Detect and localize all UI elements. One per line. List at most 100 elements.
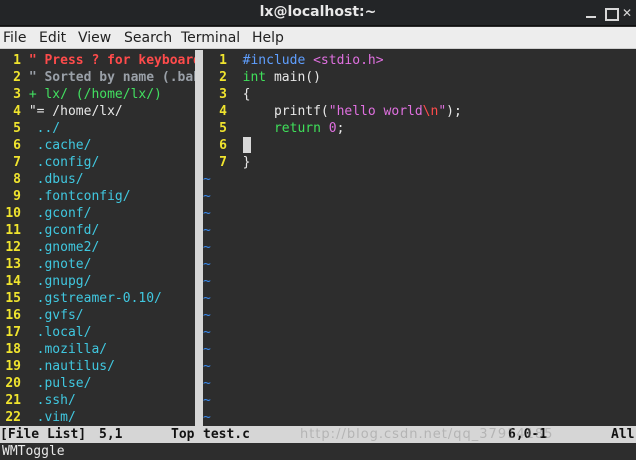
file-list-item[interactable]: 19 .nautilus/ (0, 358, 195, 375)
file-list-item[interactable]: 7 .config/ (0, 154, 195, 171)
maximize-button[interactable] (603, 6, 619, 21)
file-list-item[interactable]: 4 "= /home/lx/ (0, 103, 195, 120)
empty-line-marker: ~ (203, 410, 211, 425)
file-list-item[interactable]: 16 .gvfs/ (0, 307, 195, 324)
gutter-space (227, 104, 243, 119)
line-number: 21 (5, 393, 21, 408)
line-number: 3 (219, 87, 227, 102)
file-list-text: .config/ (21, 155, 100, 170)
line-number: 4 (219, 104, 227, 119)
code-line[interactable]: 7 } (203, 154, 636, 171)
code-token: } (242, 155, 251, 170)
line-number: 20 (5, 376, 21, 391)
gutter-space (227, 87, 243, 102)
line-number: 18 (5, 342, 21, 357)
close-icon[interactable]: ✕ (620, 6, 634, 20)
file-list-item[interactable]: 21 .ssh/ (0, 392, 195, 409)
line-number: 2 (13, 70, 21, 85)
file-list-item[interactable]: 20 .pulse/ (0, 375, 195, 392)
gutter-space (227, 53, 243, 68)
gutter-space (227, 70, 243, 85)
gutter-space (227, 121, 243, 136)
code-token: printf( (242, 104, 329, 119)
code-line[interactable]: 5 return 0; (203, 120, 636, 137)
file-list-item[interactable]: 11 .gconfd/ (0, 222, 195, 239)
file-list-text: .cache/ (21, 138, 92, 153)
file-list-item[interactable]: 22 .vim/ (0, 409, 195, 426)
line-number: 22 (5, 410, 21, 425)
line-number: 4 (13, 104, 21, 119)
file-list-item[interactable]: 12 .gnome2/ (0, 239, 195, 256)
status-left-name: [File List] (0, 427, 87, 442)
file-list-text: .gnupg/ (21, 274, 92, 289)
line-number: 14 (5, 274, 21, 289)
file-list-text: " Press ? for keyboard (21, 53, 195, 68)
file-list-text: .gconf/ (21, 206, 92, 221)
line-number: 11 (5, 223, 21, 238)
file-list-item[interactable]: 2 " Sorted by name (.bak (0, 69, 195, 86)
line-number: 6 (219, 138, 227, 153)
menu-file[interactable]: File (3, 30, 26, 46)
file-list-item[interactable]: 14 .gnupg/ (0, 273, 195, 290)
file-list-text: "= /home/lx/ (21, 104, 123, 119)
file-list-item[interactable]: 5 ../ (0, 120, 195, 137)
empty-line-marker: ~ (203, 172, 211, 187)
window-title: lx@localhost:~ (259, 4, 377, 20)
line-number: 6 (13, 138, 21, 153)
file-list-text: .ssh/ (21, 393, 76, 408)
empty-line-marker: ~ (203, 291, 211, 306)
file-list-text: .mozilla/ (21, 342, 108, 357)
text-cursor (242, 137, 251, 153)
menu-help[interactable]: Help (252, 30, 284, 46)
code-line[interactable]: 2 int main() (203, 69, 636, 86)
file-list-item[interactable]: 3 + lx/ (/home/lx/) (0, 86, 195, 103)
file-list-item[interactable]: 1 " Press ? for keyboard (0, 52, 195, 69)
window-titlebar[interactable]: lx@localhost:~ ✕ (0, 0, 636, 26)
code-line[interactable]: 4 printf("hello world\n"); (203, 103, 636, 120)
menu-edit[interactable]: Edit (39, 30, 66, 46)
code-token: <stdio.h> (313, 53, 384, 68)
code-line[interactable]: 3 { (203, 86, 636, 103)
line-number: 16 (5, 308, 21, 323)
file-list-item[interactable]: 18 .mozilla/ (0, 341, 195, 358)
file-list-item[interactable]: 17 .local/ (0, 324, 195, 341)
line-number: 3 (13, 87, 21, 102)
line-number: 1 (219, 53, 227, 68)
file-list-item[interactable]: 15 .gstreamer-0.10/ (0, 290, 195, 307)
line-number: 9 (13, 189, 21, 204)
empty-line-marker: ~ (203, 376, 211, 391)
file-list-text: .vim/ (21, 410, 76, 425)
code-token: #include (242, 53, 314, 68)
line-number: 7 (13, 155, 21, 170)
code-token: \n (422, 104, 439, 119)
file-list-text: .gnome2/ (21, 240, 100, 255)
menu-terminal[interactable]: Terminal (181, 30, 240, 46)
status-right-scroll: All (611, 427, 635, 442)
line-number: 7 (219, 155, 227, 170)
menu-view[interactable]: View (78, 30, 111, 46)
file-list-item[interactable]: 9 .fontconfig/ (0, 188, 195, 205)
command-line[interactable]: WMToggle (0, 443, 636, 460)
file-list-text: ../ (21, 121, 61, 136)
code-token: int (242, 70, 267, 85)
gutter-space (227, 138, 243, 153)
empty-line-marker: ~ (203, 325, 211, 340)
file-list-item[interactable]: 13 .gnote/ (0, 256, 195, 273)
terminal-area[interactable]: 1 " Press ? for keyboard 2 " Sorted by na… (0, 50, 636, 460)
file-list-text: .gnote/ (21, 257, 92, 272)
line-number: 19 (5, 359, 21, 374)
file-list-item[interactable]: 10 .gconf/ (0, 205, 195, 222)
code-line[interactable]: 6 (203, 137, 636, 154)
file-list-item[interactable]: 6 .cache/ (0, 137, 195, 154)
code-line[interactable]: 1 #include <stdio.h> (203, 52, 636, 69)
code-token: " (438, 104, 447, 119)
minimize-button[interactable] (584, 6, 598, 20)
file-list-item[interactable]: 8 .dbus/ (0, 171, 195, 188)
menu-bar: File Edit View Search Terminal Help (0, 27, 636, 49)
code-token: ; (336, 121, 345, 136)
line-number: 13 (5, 257, 21, 272)
line-number: 12 (5, 240, 21, 255)
menu-search[interactable]: Search (124, 30, 172, 46)
vertical-split-divider[interactable] (195, 50, 203, 426)
